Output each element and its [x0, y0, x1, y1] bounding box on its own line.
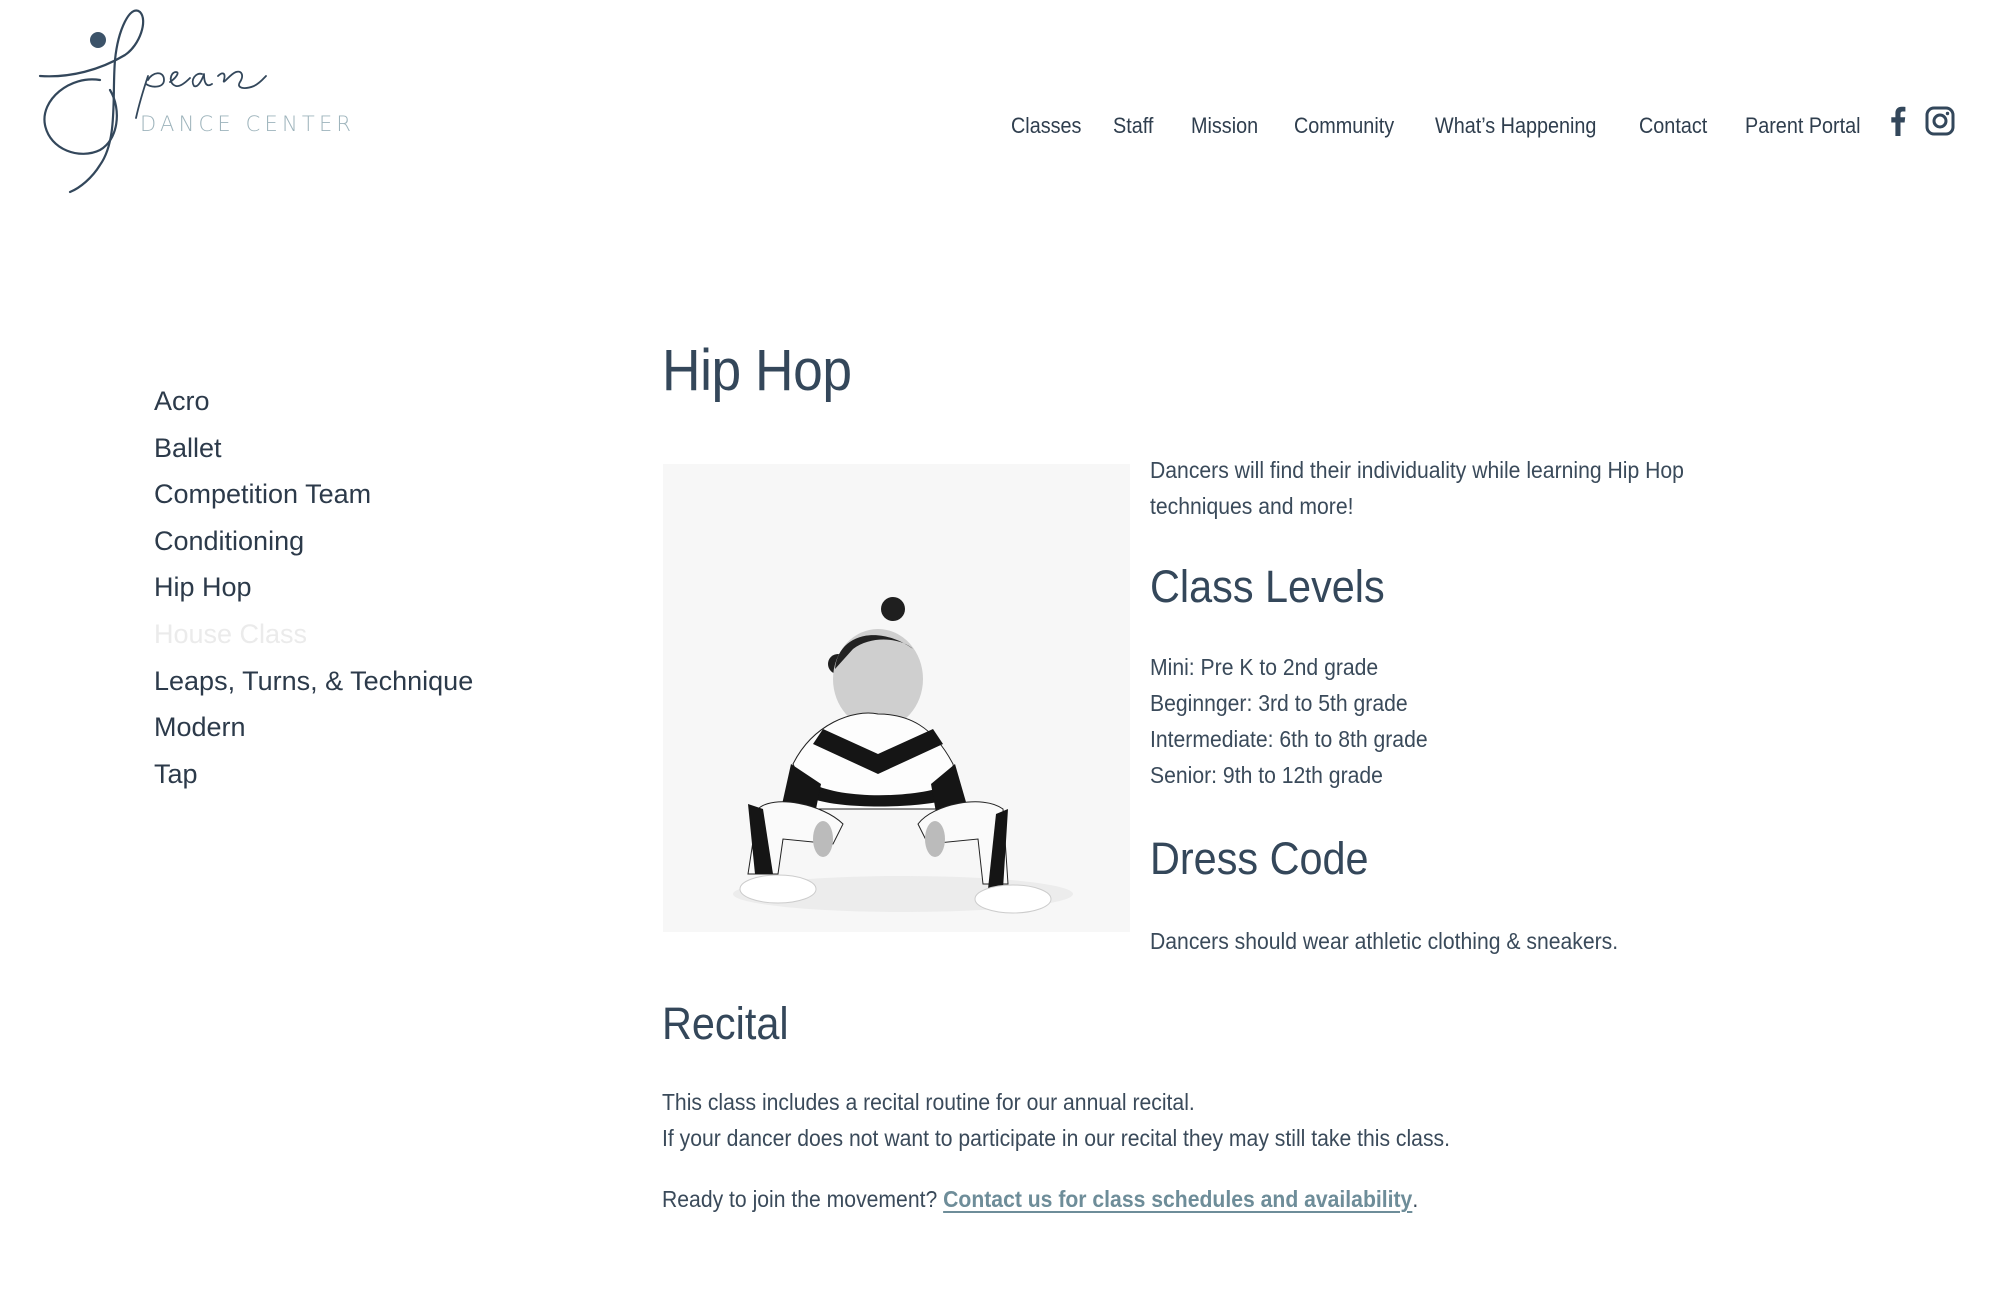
intro-line: techniques and more! [1150, 493, 1354, 519]
dress-code-heading: Dress Code [1150, 833, 1369, 884]
class-levels-heading: Class Levels [1150, 561, 1385, 612]
nav-staff[interactable]: Staff [1113, 113, 1153, 139]
nav-whats-happening[interactable]: What’s Happening [1435, 113, 1596, 139]
instagram-link[interactable] [1925, 106, 1955, 136]
nav-contact[interactable]: Contact [1639, 113, 1707, 139]
sidebar-item-acro[interactable]: Acro [154, 378, 473, 425]
sidebar-item-ballet[interactable]: Ballet [154, 425, 473, 472]
class-level-item: Intermediate: 6th to 8th grade [1150, 726, 1428, 752]
site-logo[interactable]: DANCE CENTER [30, 0, 351, 200]
sidebar-item-tap[interactable]: Tap [154, 751, 473, 798]
instagram-icon [1925, 106, 1955, 136]
recital-heading: Recital [662, 998, 789, 1049]
cta-prefix: Ready to join the movement? [662, 1186, 944, 1212]
facebook-icon [1891, 106, 1906, 136]
nav-parent-portal[interactable]: Parent Portal [1745, 113, 1861, 139]
class-sidebar: Acro Ballet Competition Team Conditionin… [154, 378, 473, 797]
sidebar-item-modern[interactable]: Modern [154, 704, 473, 751]
facebook-link[interactable] [1890, 106, 1906, 136]
class-level-item: Senior: 9th to 12th grade [1150, 762, 1383, 788]
dress-code-text: Dancers should wear athletic clothing & … [1150, 928, 1619, 954]
contact-link[interactable]: Contact us for class schedules and avail… [943, 1186, 1412, 1212]
class-levels-list: Mini: Pre K to 2nd grade Beginnger: 3rd … [1150, 649, 1452, 793]
sidebar-item-hip-hop[interactable]: Hip Hop [154, 564, 473, 611]
nav-mission[interactable]: Mission [1191, 113, 1258, 139]
class-level-item: Mini: Pre K to 2nd grade [1150, 654, 1379, 680]
recital-paragraph: This class includes a recital routine fo… [662, 1084, 1519, 1156]
hero-image [663, 464, 1130, 932]
intro-line: Dancers will find their individuality wh… [1150, 457, 1684, 483]
nav-community[interactable]: Community [1294, 113, 1394, 139]
sidebar-item-house-class[interactable]: House Class [154, 611, 473, 658]
intro-paragraph: Dancers will find their individuality wh… [1150, 452, 1730, 524]
nav-classes[interactable]: Classes [1011, 113, 1081, 139]
class-level-item: Beginnger: 3rd to 5th grade [1150, 690, 1408, 716]
recital-line: If your dancer does not want to particip… [662, 1125, 1450, 1151]
dancer-photo [663, 464, 1130, 932]
page-title: Hip Hop [662, 338, 852, 403]
sidebar-item-competition-team[interactable]: Competition Team [154, 471, 473, 518]
cta-paragraph: Ready to join the movement? Contact us f… [662, 1181, 1418, 1217]
cta-suffix: . [1412, 1186, 1419, 1212]
recital-line: This class includes a recital routine fo… [662, 1089, 1195, 1115]
logo-script-mark [38, 9, 267, 194]
sidebar-item-leaps-turns-technique[interactable]: Leaps, Turns, & Technique [154, 658, 473, 705]
sidebar-item-conditioning[interactable]: Conditioning [154, 518, 473, 565]
